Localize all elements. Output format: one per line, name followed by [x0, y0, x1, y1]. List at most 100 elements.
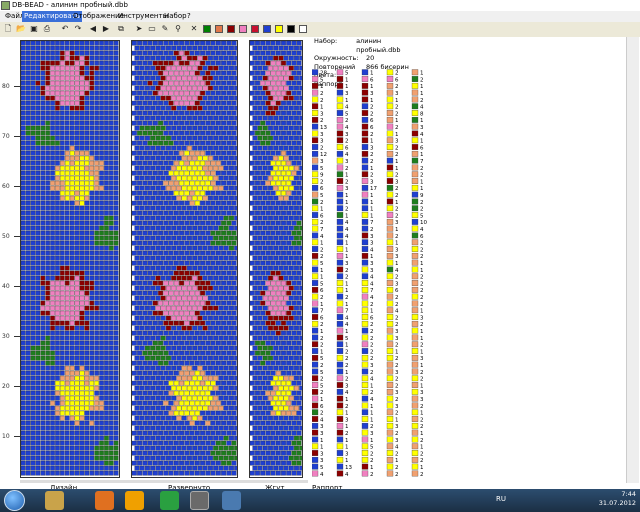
bead: [104, 240, 109, 246]
bead: [155, 245, 161, 251]
bead: [215, 410, 221, 416]
rapport-count: 3: [420, 397, 424, 403]
bead: [158, 470, 164, 476]
bead: [109, 450, 114, 456]
bead: [205, 180, 211, 186]
menu-help[interactable]: ?: [185, 11, 193, 22]
bead: [194, 300, 200, 306]
bead: [268, 75, 273, 81]
rapport-swatch: [386, 82, 394, 89]
bead: [50, 275, 55, 281]
bead: [35, 70, 41, 76]
bead: [187, 325, 192, 331]
palette-swatch[interactable]: [299, 25, 307, 33]
clear-icon[interactable]: ✕: [189, 24, 199, 34]
bead: [262, 45, 268, 51]
bead: [229, 85, 234, 91]
bead: [69, 340, 75, 346]
corrected-bead-grid[interactable]: [132, 41, 237, 477]
bead: [234, 85, 237, 91]
bead: [184, 420, 190, 426]
bead: [296, 430, 302, 436]
bead: [50, 340, 55, 346]
bead: [50, 50, 55, 56]
bead: [142, 170, 148, 176]
bead: [152, 260, 158, 266]
corrected-panel[interactable]: [131, 40, 238, 478]
bead: [152, 350, 158, 356]
arrow-right-icon[interactable]: ▶: [101, 24, 111, 34]
redo-icon[interactable]: ↷: [73, 24, 83, 34]
simulation-panel[interactable]: [249, 40, 303, 478]
bead: [192, 195, 198, 201]
rapport-swatch: [386, 184, 394, 191]
undo-icon[interactable]: ↶: [60, 24, 70, 34]
eyedropper-icon[interactable]: ⚲: [173, 24, 183, 34]
rapport-swatch: [336, 218, 344, 225]
bead: [113, 425, 119, 431]
bead: [74, 370, 80, 376]
bead: [94, 270, 99, 276]
palette-swatch[interactable]: [287, 25, 295, 33]
bead: [173, 220, 179, 226]
bead: [265, 230, 271, 236]
bead: [21, 240, 26, 246]
new-icon[interactable]: 🗋: [3, 24, 13, 34]
bead: [189, 60, 195, 66]
bead: [145, 465, 150, 471]
simulation-bead-grid[interactable]: [250, 41, 302, 477]
bead: [283, 75, 289, 81]
palette-swatch[interactable]: [275, 25, 283, 33]
save-icon[interactable]: ▣: [29, 24, 39, 34]
bead: [257, 395, 263, 401]
bead: [104, 85, 109, 91]
bead: [208, 345, 213, 351]
bead: [25, 135, 31, 141]
bead: [99, 120, 104, 126]
bead: [179, 360, 185, 366]
bead: [142, 270, 148, 276]
palette-swatch[interactable]: [263, 25, 271, 33]
palette-swatch[interactable]: [239, 25, 247, 33]
bead: [69, 105, 75, 111]
palette-swatch[interactable]: [203, 25, 211, 33]
print-icon[interactable]: ⎙: [42, 24, 52, 34]
bead: [187, 175, 192, 181]
bead: [200, 440, 206, 446]
bead: [229, 65, 234, 71]
bead: [194, 420, 200, 426]
palette-swatch[interactable]: [215, 25, 223, 33]
bead: [79, 365, 85, 371]
palette-swatch[interactable]: [251, 25, 259, 33]
bead: [255, 370, 260, 376]
bead: [208, 235, 213, 241]
rapport-count: 2: [395, 295, 399, 301]
design-panel[interactable]: [20, 40, 120, 478]
bead: [55, 315, 60, 321]
bead: [262, 445, 268, 451]
design-bead-grid[interactable]: [21, 41, 119, 477]
open-icon[interactable]: 📂: [16, 24, 26, 34]
arrow-left-icon[interactable]: ◀: [88, 24, 98, 34]
bead: [189, 440, 195, 446]
rapport-count: 2: [320, 98, 324, 104]
bead: [218, 215, 224, 221]
bead: [273, 405, 279, 411]
pencil-icon[interactable]: ✎: [160, 24, 170, 34]
copy-icon[interactable]: ⧉: [116, 24, 126, 34]
select-rect-icon[interactable]: ▭: [147, 24, 157, 34]
bead: [109, 175, 114, 181]
bead: [99, 440, 104, 446]
bead: [69, 205, 75, 211]
bead: [176, 425, 182, 431]
bead: [273, 145, 279, 151]
bead: [200, 100, 206, 106]
bead: [30, 320, 36, 326]
bead: [113, 110, 119, 116]
bead: [99, 55, 104, 61]
pointer-icon[interactable]: ➤: [134, 24, 144, 34]
palette-swatch[interactable]: [227, 25, 235, 33]
bead: [294, 185, 299, 191]
rapport-swatch: [386, 320, 394, 327]
bead: [69, 245, 75, 251]
